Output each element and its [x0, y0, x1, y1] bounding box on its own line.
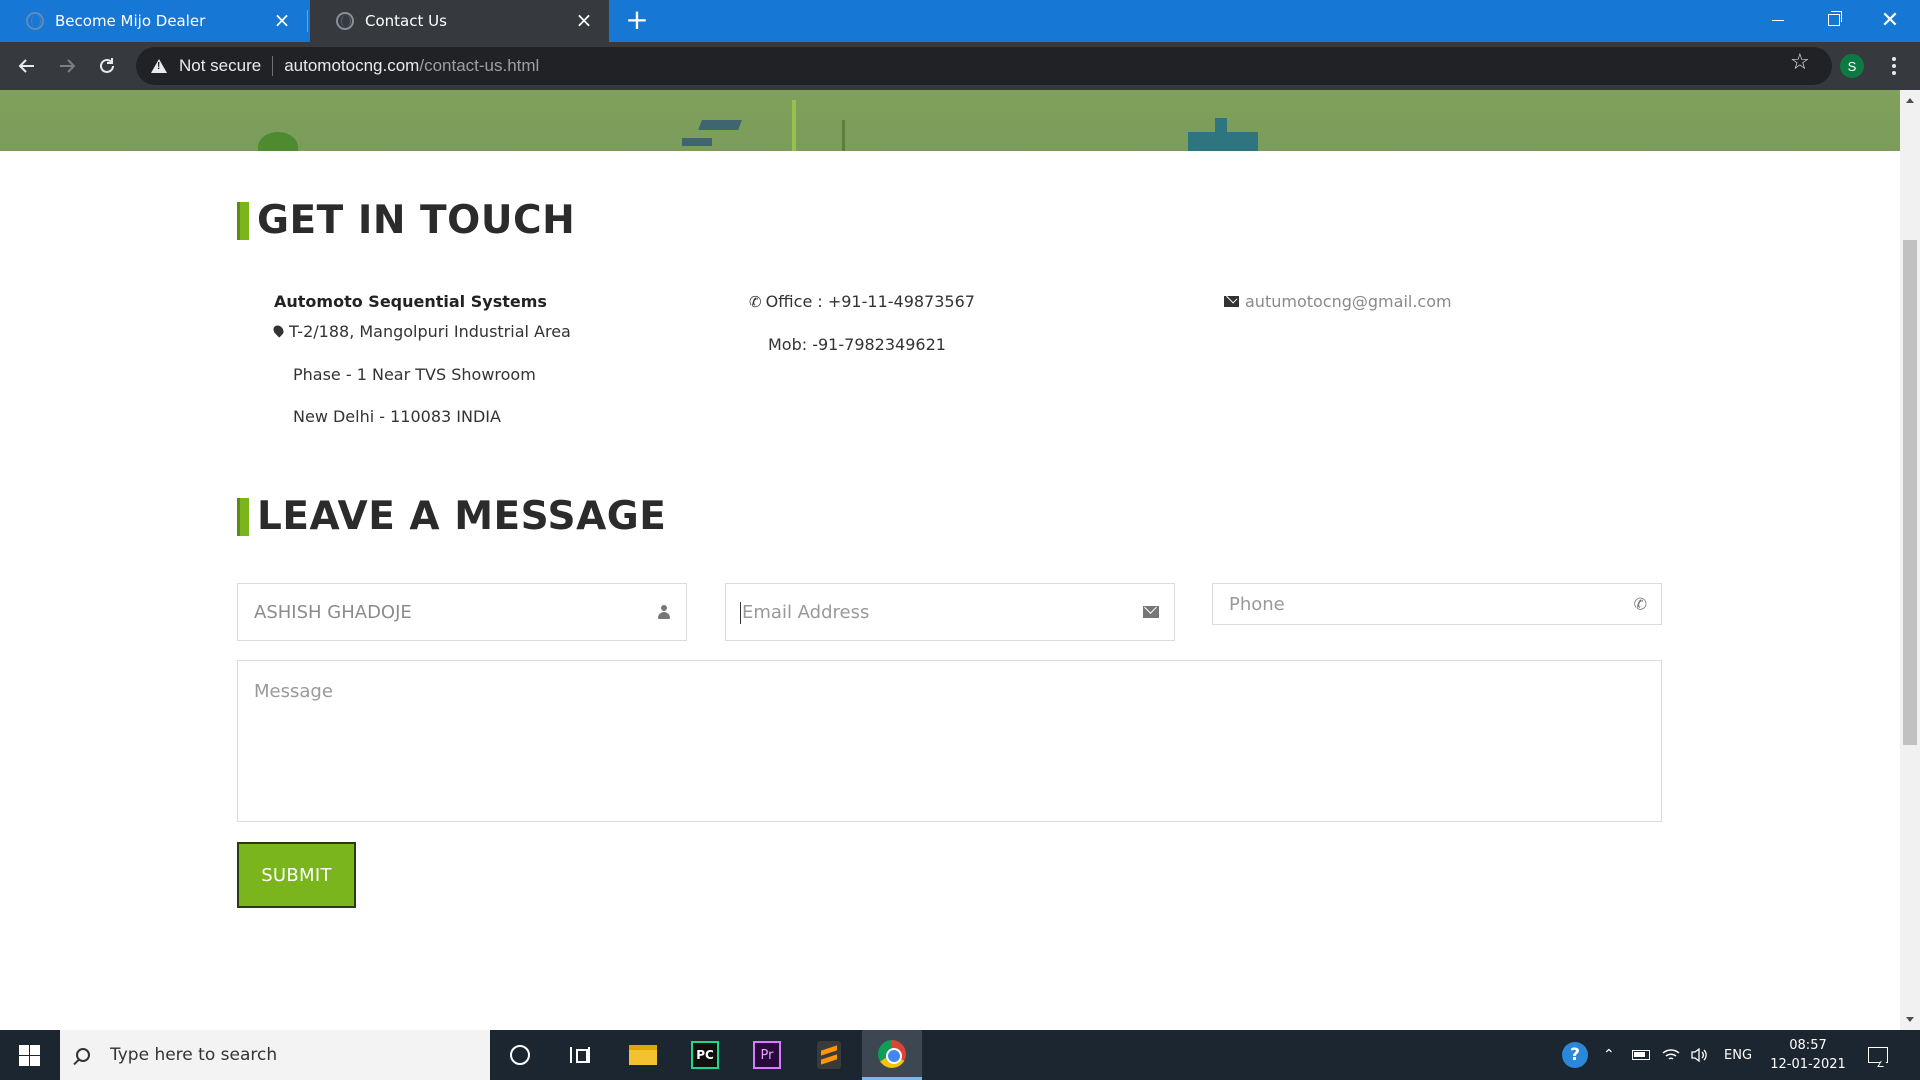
- tab-contact-us[interactable]: Contact Us ×: [310, 0, 609, 42]
- back-button[interactable]: [9, 48, 45, 84]
- address-text: T-2/188, Mangolpuri Industrial Area: [289, 322, 571, 341]
- phone-icon: ✆: [1633, 594, 1647, 614]
- security-label[interactable]: Not secure: [179, 56, 261, 76]
- arrow-right-icon: [60, 59, 76, 73]
- reload-icon: [100, 58, 114, 73]
- office-phone: ✆ Office : +91-11-49873567: [749, 292, 975, 311]
- text-cursor: [740, 602, 741, 624]
- envelope-icon: [1143, 606, 1159, 618]
- close-window-button[interactable]: ✕: [1862, 0, 1918, 40]
- heading-accent-bar: [237, 497, 249, 536]
- email-input[interactable]: Email Address: [725, 583, 1175, 641]
- address-line-1: T-2/188, Mangolpuri Industrial Area: [271, 322, 571, 341]
- chrome-icon: [878, 1039, 906, 1068]
- leave-a-message-heading: LEAVE A MESSAGE: [257, 494, 667, 539]
- wifi-icon[interactable]: [1662, 1030, 1680, 1080]
- restore-icon: [1828, 11, 1842, 26]
- page-viewport: GET IN TOUCH Automoto Sequential Systems…: [0, 90, 1900, 1030]
- close-tab-icon[interactable]: ×: [271, 8, 293, 32]
- clock-date: 12-01-2021: [1770, 1057, 1846, 1072]
- globe-icon: [336, 12, 354, 30]
- globe-icon: [26, 12, 44, 30]
- taskbar-clock[interactable]: 08:57 12-01-2021: [1770, 1030, 1846, 1080]
- tab-become-mijo-dealer[interactable]: Become Mijo Dealer ×: [0, 0, 307, 42]
- page-scrollbar[interactable]: [1900, 90, 1920, 1030]
- arrow-left-icon: [18, 59, 34, 73]
- chrome-taskbar-button[interactable]: [862, 1030, 922, 1080]
- premiere-icon[interactable]: Pr: [752, 1040, 782, 1070]
- company-name: Automoto Sequential Systems: [274, 292, 547, 311]
- bookmark-star-icon[interactable]: ☆: [1790, 50, 1810, 75]
- profile-avatar[interactable]: S: [1840, 54, 1864, 78]
- get-in-touch-heading: GET IN TOUCH: [257, 198, 576, 243]
- map-marker-icon: [271, 323, 286, 338]
- restore-button[interactable]: [1806, 0, 1862, 40]
- browser-toolbar: Not secure automotocng.com/contact-us.ht…: [0, 42, 1920, 90]
- message-placeholder: Message: [254, 681, 333, 702]
- user-icon: [658, 605, 670, 619]
- file-explorer-icon[interactable]: [628, 1040, 658, 1070]
- taskbar-search-box[interactable]: Type here to search: [60, 1030, 490, 1080]
- sublime-icon[interactable]: [814, 1040, 844, 1070]
- name-value: ASHISH GHADOJE: [254, 601, 412, 623]
- pycharm-icon[interactable]: PC: [690, 1040, 720, 1070]
- phone-placeholder: Phone: [1229, 593, 1285, 615]
- envelope-icon: [1224, 296, 1239, 307]
- email-link[interactable]: autumotocng@gmail.com: [1224, 292, 1452, 311]
- minimize-button[interactable]: [1750, 0, 1806, 40]
- phone-icon: ✆: [749, 293, 762, 311]
- help-icon[interactable]: ?: [1562, 1030, 1588, 1080]
- minimize-icon: [1772, 19, 1784, 21]
- input-language[interactable]: ENG: [1724, 1030, 1752, 1080]
- browser-menu-icon[interactable]: [1884, 51, 1904, 81]
- url-text[interactable]: automotocng.com/contact-us.html: [284, 56, 539, 76]
- tab-separator: [307, 10, 308, 32]
- browser-tab-strip: Become Mijo Dealer × Contact Us × + ✕: [0, 0, 1920, 42]
- address-line-2: Phase - 1 Near TVS Showroom: [293, 365, 536, 384]
- battery-icon[interactable]: [1632, 1030, 1650, 1080]
- divider: [272, 56, 274, 76]
- office-phone-text: Office : +91-11-49873567: [765, 292, 975, 311]
- email-text[interactable]: autumotocng@gmail.com: [1245, 292, 1452, 311]
- name-input[interactable]: ASHISH GHADOJE: [237, 583, 687, 641]
- email-placeholder: Email Address: [742, 601, 870, 623]
- clock-time: 08:57: [1789, 1038, 1827, 1053]
- get-in-touch-section-header: GET IN TOUCH: [237, 198, 575, 243]
- taskbar-search-placeholder: Type here to search: [110, 1045, 278, 1065]
- premiere-label: Pr: [753, 1041, 781, 1069]
- scroll-up-arrow-icon[interactable]: [1906, 98, 1914, 103]
- windows-taskbar: Type here to search PC Pr ? ⌃ ENG 08:57 …: [0, 1030, 1920, 1080]
- windows-start-icon[interactable]: [10, 1043, 50, 1067]
- forward-button[interactable]: [49, 48, 85, 84]
- header-banner-image: [0, 90, 1900, 151]
- phone-input[interactable]: Phone ✆: [1212, 583, 1662, 625]
- cortana-icon[interactable]: [505, 1040, 535, 1070]
- submit-button[interactable]: SUBMIT: [237, 842, 356, 908]
- volume-icon[interactable]: [1690, 1030, 1710, 1080]
- mobile-phone: Mob: -91-7982349621: [768, 335, 946, 354]
- url-host: automotocng.com: [284, 56, 420, 75]
- reload-button[interactable]: [89, 48, 125, 84]
- tab-title: Contact Us: [365, 12, 447, 30]
- tab-title: Become Mijo Dealer: [55, 12, 206, 30]
- url-path: /contact-us.html: [419, 56, 540, 75]
- close-tab-icon[interactable]: ×: [573, 8, 595, 32]
- heading-accent-bar: [237, 201, 249, 240]
- show-hidden-icons-chevron-icon[interactable]: ⌃: [1603, 1030, 1615, 1080]
- address-bar[interactable]: Not secure automotocng.com/contact-us.ht…: [136, 47, 1832, 85]
- message-textarea[interactable]: Message: [237, 660, 1662, 822]
- scroll-thumb[interactable]: [1903, 240, 1917, 745]
- task-view-icon[interactable]: [565, 1040, 595, 1070]
- notification-center-icon[interactable]: [1868, 1030, 1888, 1080]
- pycharm-label: PC: [691, 1041, 719, 1069]
- address-line-3: New Delhi - 110083 INDIA: [293, 407, 501, 426]
- leave-message-section-header: LEAVE A MESSAGE: [237, 494, 666, 539]
- new-tab-button[interactable]: +: [622, 6, 652, 36]
- warning-icon: [151, 59, 167, 73]
- scroll-down-arrow-icon[interactable]: [1906, 1017, 1914, 1022]
- search-icon: [76, 1048, 90, 1062]
